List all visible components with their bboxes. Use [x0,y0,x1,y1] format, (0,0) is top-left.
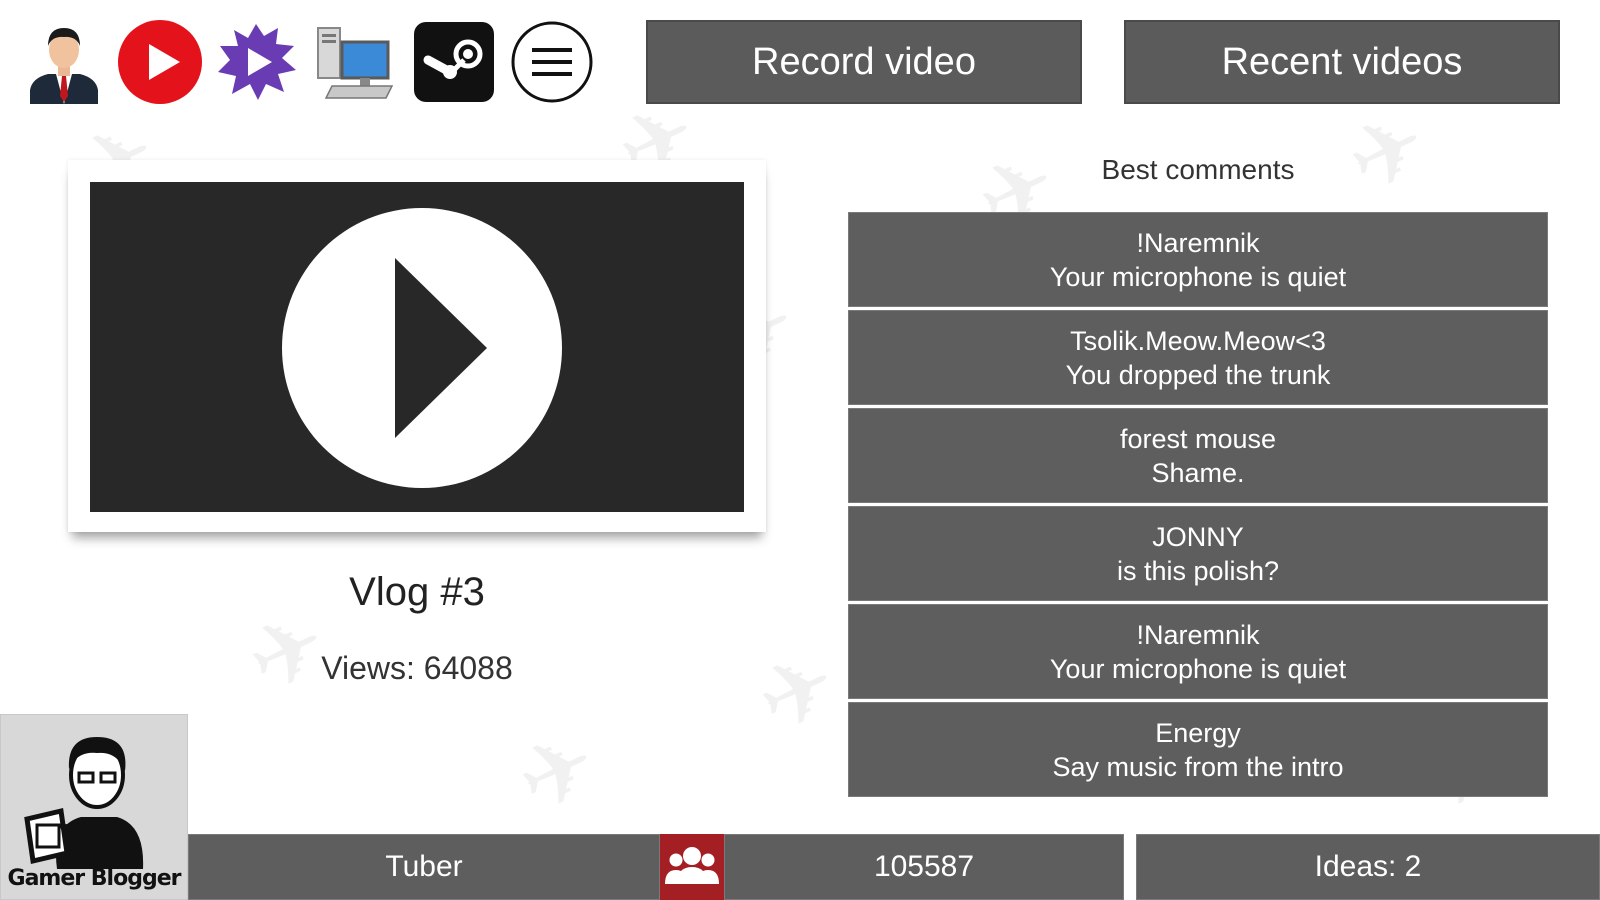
businessman-icon[interactable] [22,20,106,104]
subscribers-icon [660,834,724,900]
play-icon[interactable] [282,208,562,488]
comment-author: JONNY [1152,521,1244,552]
comment-item[interactable]: !Naremnik Your microphone is quiet [848,604,1548,699]
comment-author: !Naremnik [1136,619,1260,650]
steam-icon[interactable] [412,20,496,104]
comment-text: Say music from the intro [1052,751,1344,782]
comment-item[interactable]: JONNY is this polish? [848,506,1548,601]
top-toolbar: Record video Recent videos [0,0,1600,120]
youtube-icon[interactable] [118,20,202,104]
ideas-counter[interactable]: Ideas: 2 [1136,834,1600,900]
video-player[interactable] [90,182,744,512]
video-title: Vlog #3 [349,570,485,614]
comment-text: Shame. [1151,457,1245,488]
menu-icon[interactable] [510,20,594,104]
comment-author: Tsolik.Meow.Meow<3 [1070,325,1326,356]
comment-author: forest mouse [1119,423,1277,454]
profile-avatar-button[interactable]: Gamer Blogger [0,714,188,900]
comment-item[interactable]: !Naremnik Your microphone is quiet [848,212,1548,307]
play-triangle [395,258,487,438]
comment-author: !Naremnik [1136,227,1260,258]
subscribers-count: 105587 [724,834,1124,900]
recent-videos-button[interactable]: Recent videos [1124,20,1560,104]
comment-text: You dropped the trunk [1065,359,1331,390]
comments-list: !Naremnik Your microphone is quiet Tsoli… [848,212,1548,800]
status-bar: Tuber 105587 Ideas: 2 [188,834,1600,900]
comment-text: Your microphone is quiet [1049,653,1347,684]
profile-caption: Gamer Blogger [7,866,182,891]
comment-item[interactable]: Tsolik.Meow.Meow<3 You dropped the trunk [848,310,1548,405]
comment-item[interactable]: forest mouse Shame. [848,408,1548,503]
comments-header: Best comments [1101,154,1295,185]
computer-icon[interactable] [312,20,396,104]
twitch-splash-icon[interactable] [214,20,298,104]
video-views: Views: 64088 [321,650,513,686]
video-card [68,160,766,532]
comment-author: Energy [1155,717,1241,748]
rank-label: Tuber [188,834,660,900]
record-video-button[interactable]: Record video [646,20,1082,104]
comment-text: is this polish? [1116,555,1280,586]
gamer-blogger-icon [24,737,144,869]
comment-item[interactable]: Energy Say music from the intro [848,702,1548,797]
comment-text: Your microphone is quiet [1049,261,1347,292]
